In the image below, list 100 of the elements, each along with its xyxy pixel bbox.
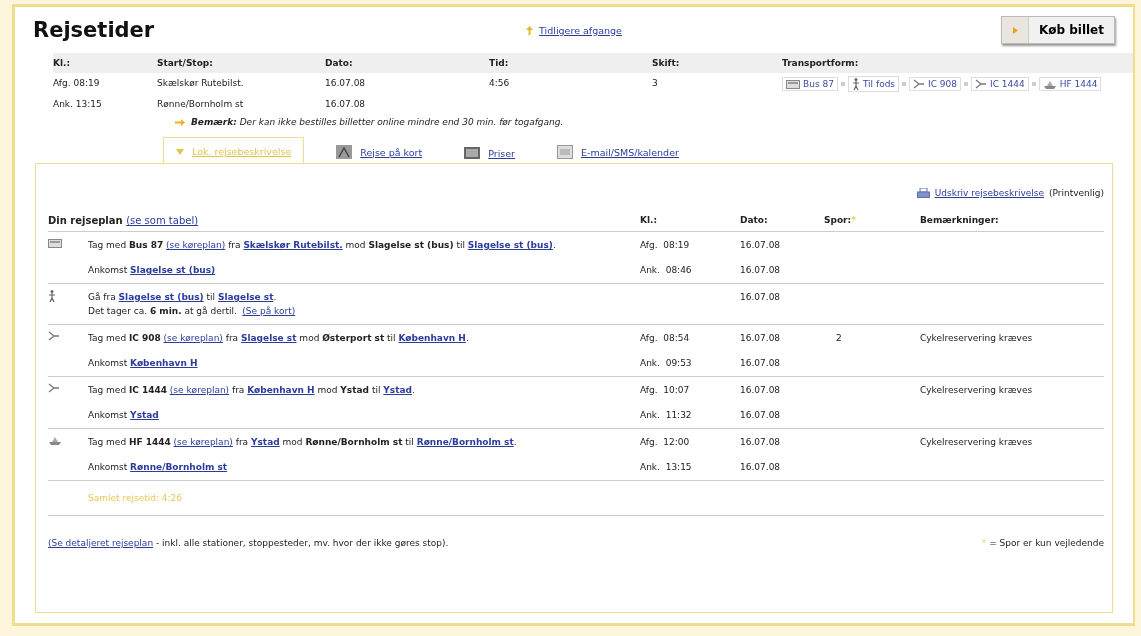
walking-person-icon — [48, 290, 56, 302]
table-cell-text: Ank. 13:15 — [53, 98, 103, 111]
column-header: Skift: — [652, 53, 782, 73]
station-link[interactable]: Slagelse st — [217, 292, 274, 302]
bus-icon — [48, 239, 62, 248]
table-icon — [464, 147, 481, 159]
transport-chip[interactable]: IC 908 — [909, 77, 962, 91]
timetable-link[interactable]: (se køreplan) — [165, 240, 226, 250]
table-cell-text: 3 — [652, 77, 659, 90]
detailed-plan-link[interactable]: (Se detaljeret rejseplan — [48, 538, 154, 548]
timetable-link[interactable]: (se køreplan) — [169, 385, 230, 395]
train-icon — [48, 383, 60, 393]
time-text: Afg. 12:00 — [640, 437, 690, 447]
date-text: 16.07.08 — [740, 292, 781, 302]
train-icon — [975, 79, 988, 89]
walking-person-icon — [851, 78, 860, 90]
date-text: 16.07.08 — [740, 333, 781, 343]
station-link[interactable]: Rønne/Bornholm st — [416, 437, 514, 447]
date-text: 16.07.08 — [740, 437, 781, 447]
station-link[interactable]: Ystad — [250, 437, 280, 447]
instruction-text: Tag med IC 1444 (se køreplan) fra København H mod Ystad til Ystad. — [88, 385, 415, 395]
train-icon — [913, 79, 926, 89]
table-cell-text: Skælskør Rutebilst. — [157, 77, 245, 90]
timetable-link[interactable]: (Se på kort) — [242, 306, 296, 316]
time-text: Afg. 08:19 — [640, 240, 690, 250]
bus-icon — [786, 79, 800, 89]
column-header: Spor: — [824, 215, 852, 225]
timetable-link[interactable]: (se køreplan) — [163, 333, 223, 343]
date-text: 16.07.08 — [740, 240, 781, 250]
column-header: Dato: — [325, 53, 489, 73]
time-text: Ank. 13:15 — [640, 462, 692, 472]
total-time-text: Samlet rejsetid: 4:26 — [88, 493, 183, 503]
instruction-text: Ankomst Rønne/Bornholm st — [88, 462, 228, 472]
column-header: Kl.: — [53, 53, 157, 73]
date-text: 16.07.08 — [740, 265, 781, 275]
table-cell-text: 4:56 — [489, 77, 511, 90]
time-text: Ank. 08:46 — [640, 265, 692, 275]
page-title: Rejsetider — [33, 18, 156, 42]
station-link[interactable]: København H — [130, 358, 198, 368]
station-link[interactable]: Slagelse st — [240, 333, 297, 343]
column-header: Bemærkninger: — [920, 215, 999, 225]
train-icon — [48, 331, 60, 341]
print-link[interactable]: Udskriv rejsebeskrivelse — [934, 188, 1044, 198]
footer-text: - inkl. alle stationer, stoppesteder, mv. hvor der ikke gøres stop). — [154, 538, 449, 548]
station-link[interactable]: Slagelse st (bus) — [118, 292, 204, 302]
time-text: Afg. 10:07 — [640, 385, 690, 395]
printer-icon — [916, 188, 930, 198]
date-text: 16.07.08 — [740, 410, 781, 420]
caret-icon — [176, 148, 184, 155]
station-link[interactable]: Ystad — [130, 410, 159, 420]
tab[interactable]: Rejse på kort — [326, 139, 433, 163]
envelope-icon — [557, 145, 573, 159]
remark-text: Cykelreservering kræves — [920, 437, 1033, 447]
print-note: (Printvenlig) — [1049, 188, 1104, 198]
station-link[interactable]: Slagelse st (bus) — [130, 265, 216, 275]
plan-title: Din rejseplan — [48, 215, 123, 226]
track-text: 2 — [836, 333, 842, 343]
date-text: 16.07.08 — [740, 462, 781, 472]
date-text: 16.07.08 — [740, 385, 781, 395]
table-cell-text: Rønne/Bornholm st — [157, 98, 245, 111]
arrow-icon — [1012, 26, 1018, 34]
instruction-text: Ankomst Ystad — [88, 410, 159, 420]
footnote-mark: * — [851, 215, 856, 225]
timetable-link[interactable]: (se køreplan) — [173, 437, 233, 447]
column-header: Transportform: — [782, 53, 1133, 73]
transport-chip[interactable]: Bus 87 — [782, 77, 838, 91]
time-text: Ank. 09:53 — [640, 358, 692, 368]
map-icon — [336, 145, 353, 159]
station-link[interactable]: Slagelse st (bus) — [467, 240, 553, 250]
earlier-departures-link[interactable]: Tidligere afgange — [526, 24, 622, 36]
buy-ticket-button[interactable]: Køb billet — [1001, 16, 1115, 44]
instruction-text: Ankomst Slagelse st (bus) — [88, 265, 216, 275]
time-text: Afg. 08:54 — [640, 333, 690, 343]
column-header: Kl.: — [640, 215, 658, 225]
transport-chip[interactable]: Til fods — [847, 76, 900, 92]
column-header: Dato: — [740, 215, 768, 225]
instruction-text: Tag med IC 908 (se køreplan) fra Slagelse st mod Østerport st til København H. — [88, 333, 469, 343]
remark-text: Cykelreservering kræves — [920, 385, 1033, 395]
station-link[interactable]: Rønne/Bornholm st — [130, 462, 228, 472]
station-link[interactable]: Ystad — [383, 385, 412, 395]
station-link[interactable]: Skælskør Rutebilst. — [243, 240, 343, 250]
table-cell-text: 16.07.08 — [325, 98, 367, 111]
instruction-text: Tag med HF 1444 (se køreplan) fra Ystad mod Rønne/Bornholm st til Rønne/Bornholm st. — [88, 437, 517, 447]
remark-text: Bemærk: Der kan ikke bestilles billetter online mindre end 30 min. før togafgang. — [191, 117, 564, 127]
table-cell-text: 16.07.08 — [325, 77, 367, 90]
date-text: 16.07.08 — [740, 358, 781, 368]
station-link[interactable]: København H — [247, 385, 315, 395]
tab[interactable]: E-mail/SMS/kalender — [547, 139, 689, 163]
column-header: Tid: — [489, 53, 652, 73]
instruction-text: Tag med Bus 87 (se køreplan) fra Skælskør Rutebilst. mod Slagelse st (bus) til Slagelse st (bus). — [88, 240, 556, 250]
up-arrow-icon — [526, 25, 534, 35]
time-text: Ank. 11:32 — [640, 410, 692, 420]
transport-chip[interactable]: HF 1444 — [1038, 77, 1102, 91]
column-header: Start/Stop: — [157, 53, 325, 73]
table-view-link[interactable]: (se som tabel) — [126, 215, 199, 226]
transport-chip[interactable]: IC 1444 — [971, 77, 1029, 91]
station-link[interactable]: København H — [398, 333, 466, 343]
remark-text: Cykelreservering kræves — [920, 333, 1033, 343]
tab[interactable]: Priser — [454, 141, 525, 163]
arrow-icon — [175, 118, 185, 126]
